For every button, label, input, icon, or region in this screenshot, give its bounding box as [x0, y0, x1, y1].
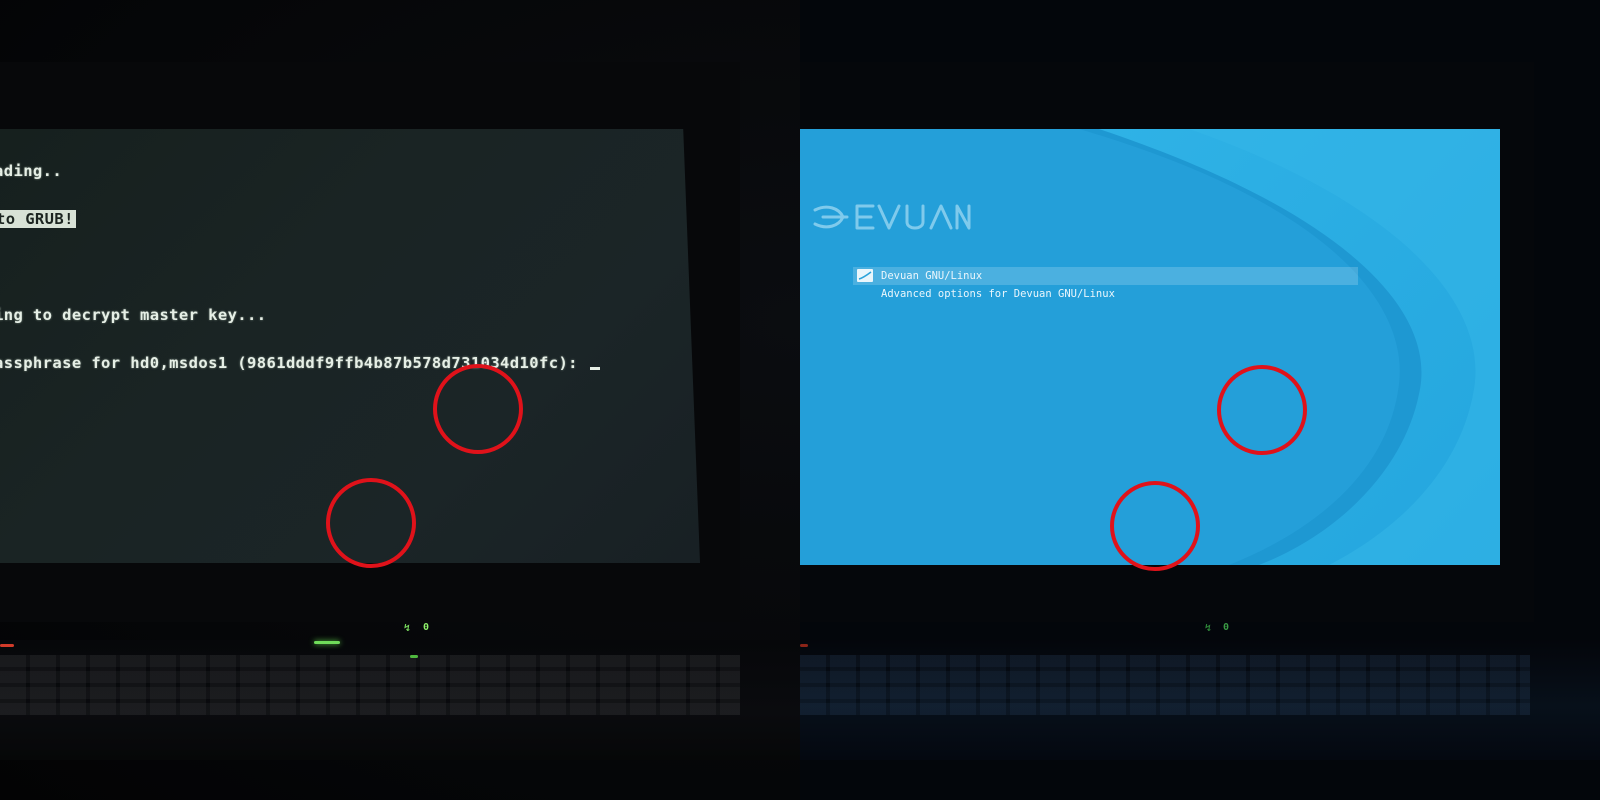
right-laptop: ↯ 0: [800, 0, 1600, 800]
terminal-line: to GRUB!: [0, 210, 600, 228]
terminal-output: ading.. to GRUB! ing to decrypt master k…: [0, 131, 600, 403]
grub-entry-label: Devuan GNU/Linux: [881, 270, 983, 282]
power-light: [0, 644, 14, 647]
status-light-dot: [410, 655, 418, 658]
os-entry-icon: [857, 269, 873, 282]
grub-entry-advanced[interactable]: Advanced options for Devuan GNU/Linux: [853, 285, 1358, 303]
devuan-logo: [813, 204, 971, 230]
text-cursor: [589, 367, 600, 370]
grub-menu: Devuan GNU/Linux Advanced options for De…: [853, 267, 1358, 303]
right-keyboard-keys: [800, 655, 1530, 715]
power-light: [800, 644, 808, 647]
photo-comparison: ading.. to GRUB! ing to decrypt master k…: [0, 0, 1600, 800]
wifi-indicator-icon: ↯: [404, 623, 411, 634]
terminal-line: ading..: [0, 162, 63, 180]
annotation-circle: [433, 364, 523, 454]
passphrase-prompt[interactable]: assphrase for hd0,msdos1 (9861dddf9ffb4b…: [0, 355, 600, 371]
status-light-bar: [314, 641, 340, 644]
annotation-circle: [326, 478, 416, 568]
terminal-highlight: to GRUB!: [0, 210, 76, 228]
annotation-circle: [1217, 365, 1307, 455]
grub-entry-devuan[interactable]: Devuan GNU/Linux: [853, 267, 1358, 285]
left-laptop: ading.. to GRUB! ing to decrypt master k…: [0, 0, 800, 800]
left-keyboard-keys: [0, 655, 740, 715]
status-led: 0: [423, 622, 430, 633]
wifi-indicator-icon: ↯: [1205, 623, 1212, 634]
grub-entry-label: Advanced options for Devuan GNU/Linux: [881, 288, 1115, 300]
annotation-circle: [1110, 481, 1200, 571]
status-led: 0: [1223, 622, 1230, 633]
terminal-line: ing to decrypt master key...: [0, 306, 267, 324]
